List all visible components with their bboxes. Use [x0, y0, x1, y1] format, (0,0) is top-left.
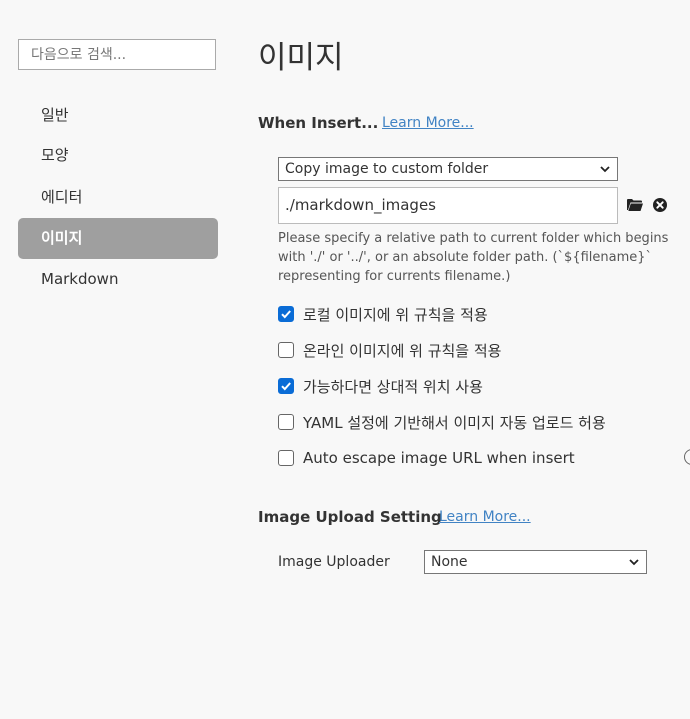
checkbox-unchecked[interactable]	[278, 342, 294, 358]
close-circle-icon[interactable]	[653, 198, 667, 212]
option-label: 로컬 이미지에 위 규칙을 적용	[303, 305, 488, 324]
check-icon	[281, 382, 291, 391]
option-yaml-auto-upload[interactable]: YAML 설정에 기반해서 이미지 자동 업로드 허용	[278, 412, 606, 432]
chevron-down-icon	[629, 559, 639, 566]
image-uploader-label: Image Uploader	[278, 554, 390, 570]
option-label: 가능하다면 상대적 위치 사용	[303, 377, 483, 396]
path-help-text: Please specify a relative path to curren…	[278, 231, 669, 284]
chevron-down-icon	[600, 166, 610, 173]
when-insert-learn-more-link[interactable]: Learn More...	[382, 115, 474, 131]
checkbox-checked[interactable]	[278, 306, 294, 322]
option-apply-local-images[interactable]: 로컬 이미지에 위 규칙을 적용	[278, 304, 488, 324]
image-uploader-select[interactable]: None	[424, 550, 647, 574]
image-upload-heading: Image Upload Setting	[258, 508, 442, 526]
option-label: Auto escape image URL when insert	[303, 449, 575, 467]
insert-action-select[interactable]: Copy image to custom folder	[278, 157, 618, 181]
page-title: 이미지	[258, 40, 344, 76]
insert-action-value: Copy image to custom folder	[285, 161, 489, 177]
option-label: YAML 설정에 기반해서 이미지 자동 업로드 허용	[303, 413, 606, 432]
image-upload-learn-more-link[interactable]: Learn More...	[439, 509, 531, 525]
option-apply-online-images[interactable]: 온라인 이미지에 위 규칙을 적용	[278, 340, 501, 360]
when-insert-heading: When Insert...	[258, 114, 379, 132]
checkbox-unchecked[interactable]	[278, 450, 294, 466]
image-uploader-value: None	[431, 554, 468, 570]
sidebar-item-appearance[interactable]: 모양	[18, 135, 218, 176]
option-label: 온라인 이미지에 위 규칙을 적용	[303, 341, 502, 360]
sidebar-item-markdown[interactable]: Markdown	[18, 259, 218, 300]
search-input[interactable]	[18, 39, 216, 70]
folder-icon[interactable]	[627, 198, 643, 212]
check-icon	[281, 310, 291, 319]
option-use-relative-path[interactable]: 가능하다면 상대적 위치 사용	[278, 376, 483, 396]
preferences-window: 일반 모양 에디터 이미지 Markdown 이미지 When Insert..…	[0, 0, 690, 719]
image-folder-path-input[interactable]: ./markdown_images	[278, 187, 618, 224]
checkbox-unchecked[interactable]	[278, 414, 294, 430]
checkbox-checked[interactable]	[278, 378, 294, 394]
sidebar-item-editor[interactable]: 에디터	[18, 177, 218, 218]
sidebar-item-image[interactable]: 이미지	[18, 218, 218, 259]
sidebar-item-general[interactable]: 일반	[18, 95, 218, 136]
help-circle-icon[interactable]	[684, 449, 690, 465]
option-auto-escape-url[interactable]: Auto escape image URL when insert	[278, 448, 575, 468]
